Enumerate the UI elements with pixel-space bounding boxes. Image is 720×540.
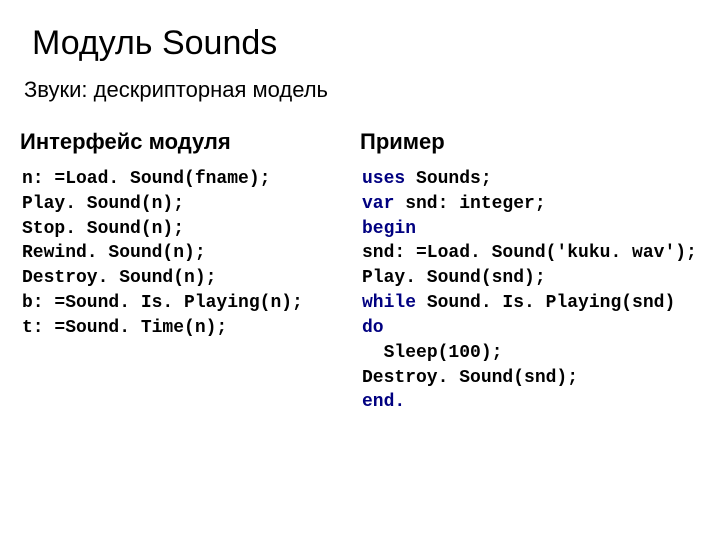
code-line: Destroy. Sound(snd); [362, 366, 698, 391]
code-text: Destroy. Sound(snd); [362, 368, 578, 388]
column-interface: Интерфейс модуля n: =Load. Sound(fname);… [22, 129, 360, 415]
example-code: uses Sounds;var snd: integer;beginsnd: =… [362, 167, 698, 415]
code-line: Play. Sound(n); [22, 192, 352, 217]
code-line: Sleep(100); [362, 341, 698, 366]
code-line: var snd: integer; [362, 192, 698, 217]
keyword: begin [362, 219, 416, 239]
code-line: Destroy. Sound(n); [22, 266, 352, 291]
interface-code: n: =Load. Sound(fname);Play. Sound(n);St… [22, 167, 352, 341]
code-line: uses Sounds; [362, 167, 698, 192]
code-line: n: =Load. Sound(fname); [22, 167, 352, 192]
keyword: end. [362, 392, 405, 412]
slide-subtitle: Звуки: дескрипторная модель [24, 77, 698, 103]
code-line: begin [362, 217, 698, 242]
code-line: Stop. Sound(n); [22, 217, 352, 242]
slide-title: Модуль Sounds [32, 24, 698, 63]
code-line: snd: =Load. Sound('kuku. wav'); [362, 241, 698, 266]
code-line: t: =Sound. Time(n); [22, 316, 352, 341]
column-example: Пример uses Sounds;var snd: integer;begi… [360, 129, 698, 415]
keyword: do [362, 318, 384, 338]
code-text: Play. Sound(snd); [362, 268, 546, 288]
keyword: var [362, 194, 394, 214]
code-text: Sleep(100); [362, 343, 502, 363]
example-heading: Пример [360, 129, 698, 155]
keyword: while [362, 293, 416, 313]
keyword: uses [362, 169, 405, 189]
code-line: Rewind. Sound(n); [22, 241, 352, 266]
code-line: Play. Sound(snd); [362, 266, 698, 291]
code-line: end. [362, 390, 698, 415]
code-text: snd: =Load. Sound('kuku. wav'); [362, 243, 697, 263]
code-text: Sound. Is. Playing(snd) [416, 293, 686, 313]
slide: Модуль Sounds Звуки: дескрипторная модел… [0, 0, 720, 540]
code-line: while Sound. Is. Playing(snd) do [362, 291, 698, 341]
columns: Интерфейс модуля n: =Load. Sound(fname);… [22, 129, 698, 415]
code-line: b: =Sound. Is. Playing(n); [22, 291, 352, 316]
interface-heading: Интерфейс модуля [20, 129, 352, 155]
code-text: snd: integer; [394, 194, 545, 214]
code-text: Sounds; [405, 169, 491, 189]
